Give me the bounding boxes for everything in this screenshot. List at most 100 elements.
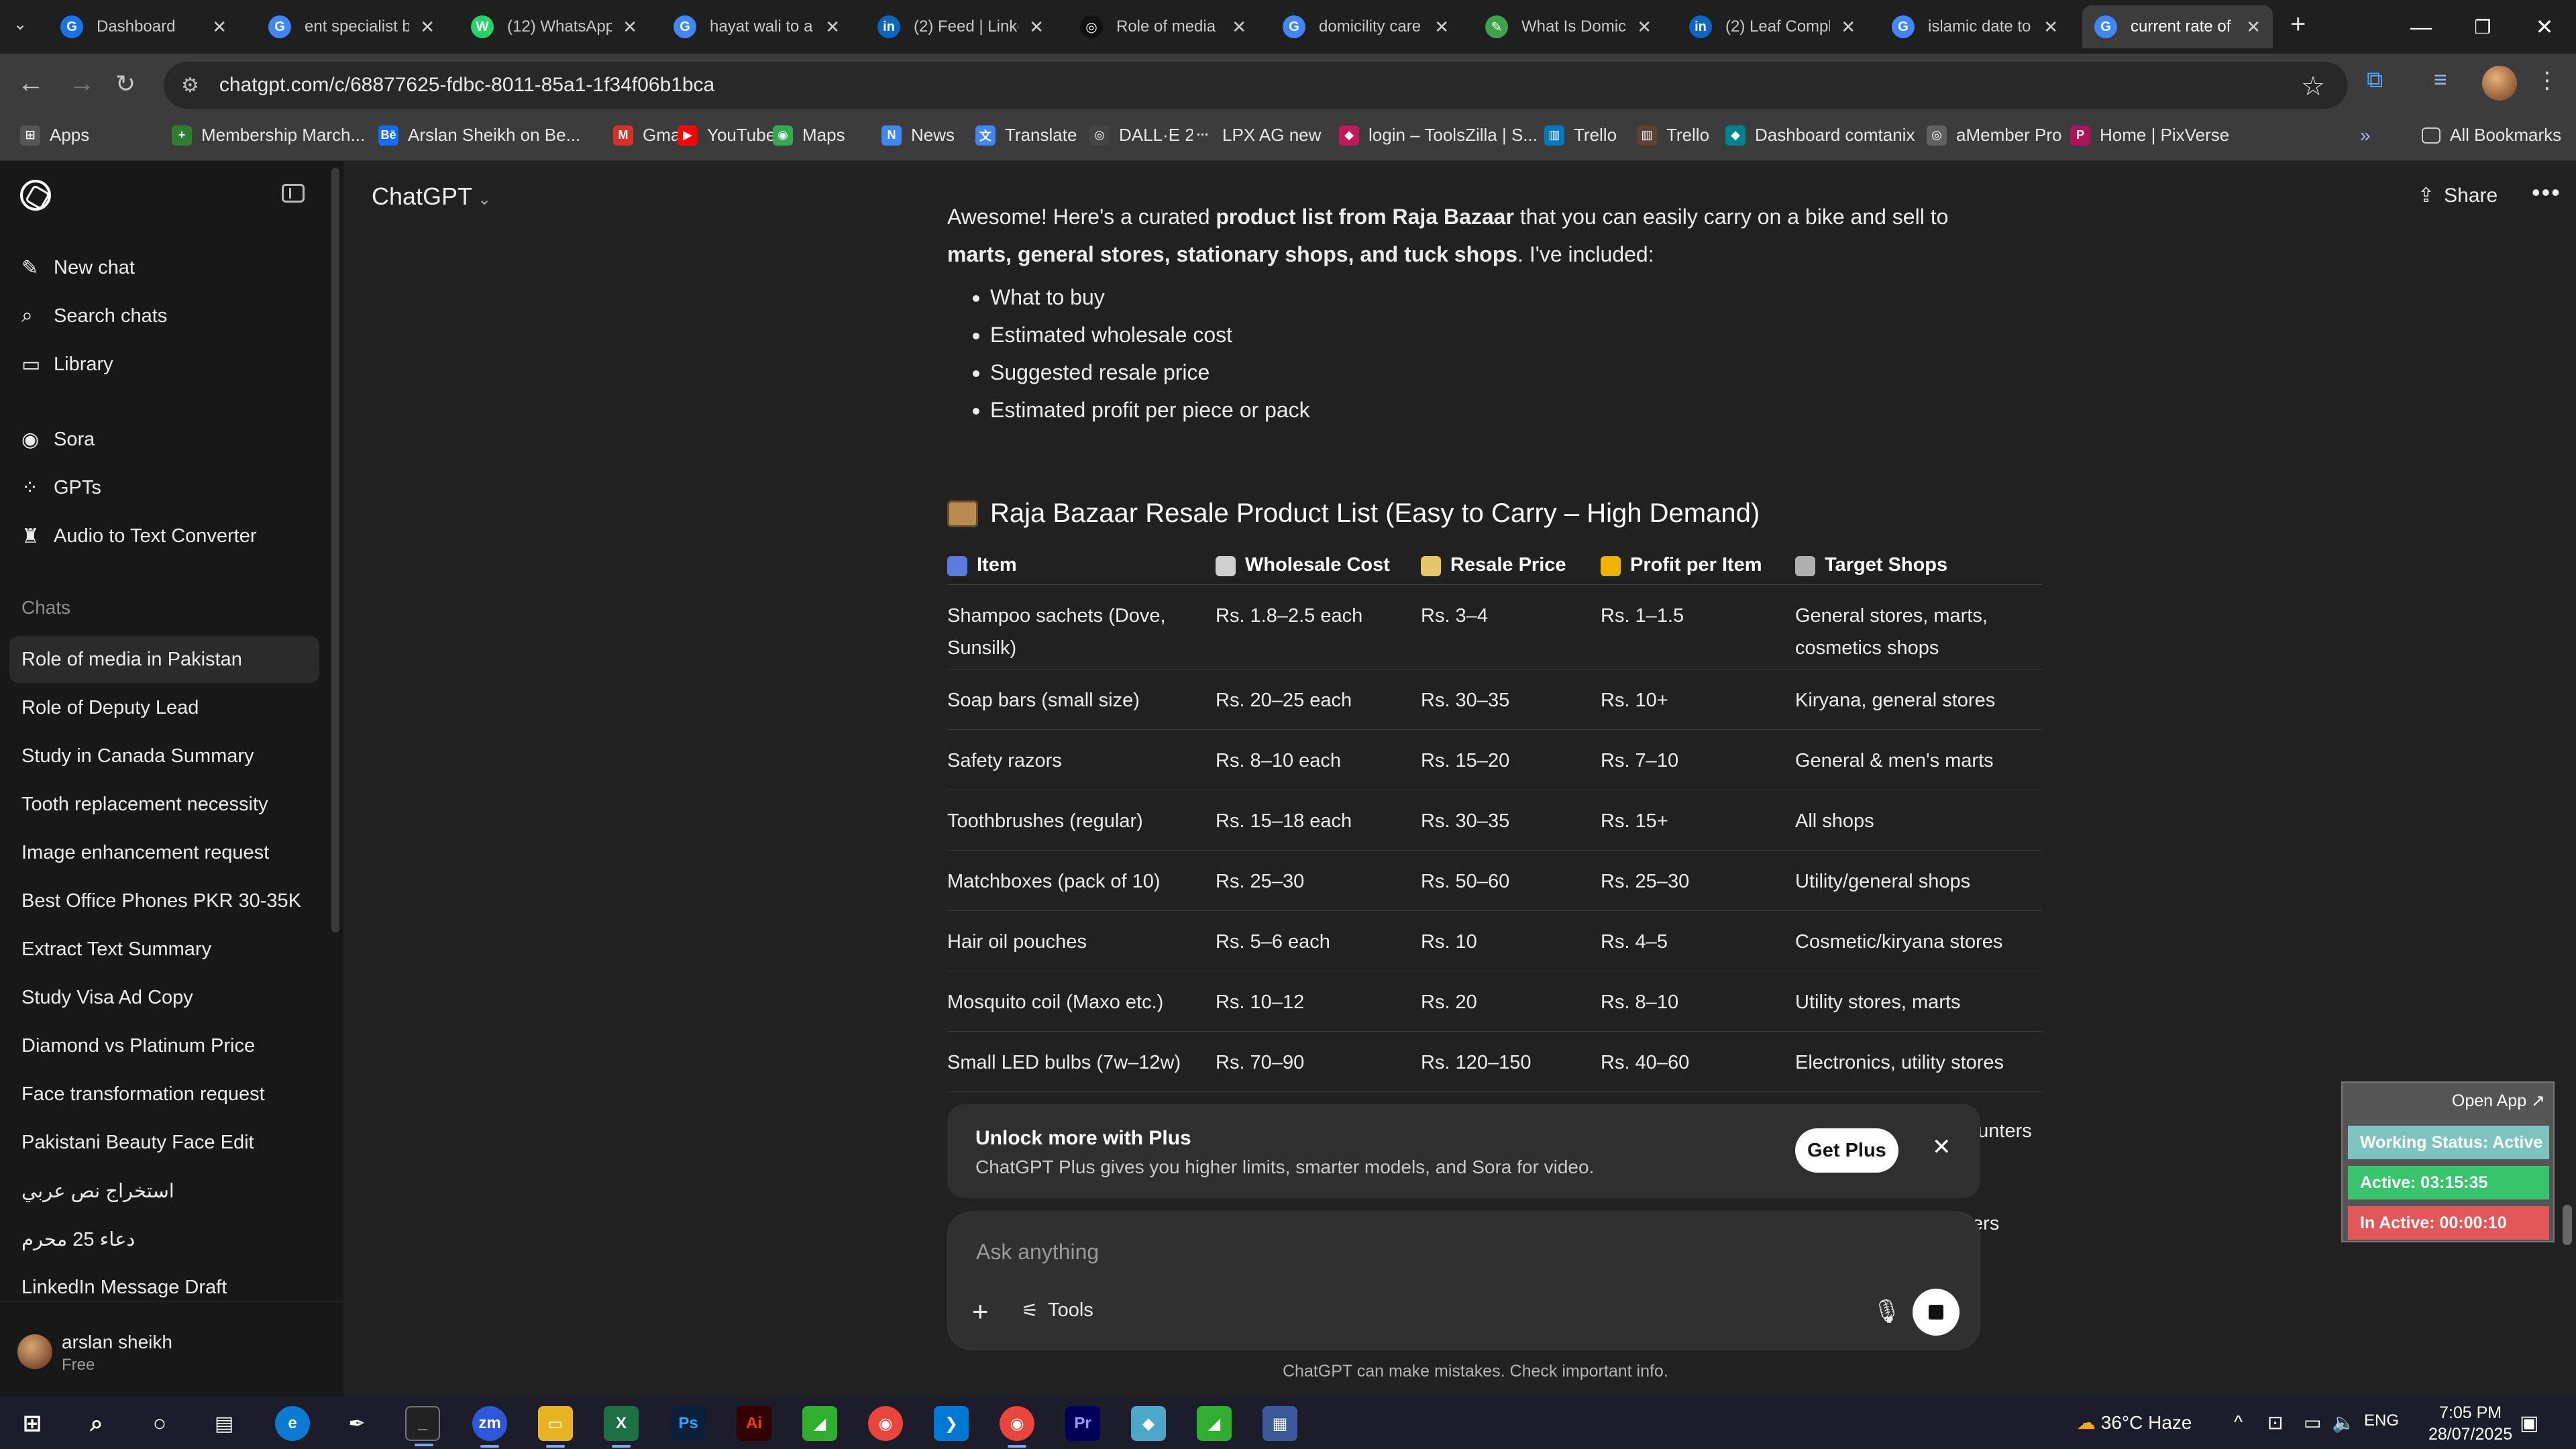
pen-tool-icon[interactable]: ✒ bbox=[339, 1406, 374, 1441]
browser-tab[interactable]: in (2) Leaf Compl ✕ bbox=[1677, 5, 1868, 48]
bookmark-item[interactable]: Bē Arslan Sheikh on Be... bbox=[378, 125, 580, 146]
task-view-icon[interactable]: ▤ bbox=[207, 1406, 241, 1441]
notifications-icon[interactable]: ▣ bbox=[2520, 1411, 2538, 1435]
main-scrollbar[interactable] bbox=[2563, 1205, 2572, 1245]
open-app-link[interactable]: Open App ↗ bbox=[2452, 1091, 2545, 1111]
browser-tab[interactable]: ✎ What Is Domic ✕ bbox=[1473, 5, 1664, 48]
cortana-icon[interactable]: ○ bbox=[142, 1406, 177, 1441]
tab-search-chevron-icon[interactable]: ⌄ bbox=[13, 15, 27, 34]
add-attachment-icon[interactable]: + bbox=[972, 1295, 989, 1328]
network-icon[interactable]: ⊡ bbox=[2267, 1411, 2283, 1434]
restore-button[interactable]: ❐ bbox=[2453, 7, 2513, 47]
clock[interactable]: 7:05 PM 28/07/2025 bbox=[2428, 1402, 2512, 1445]
chat-history-item[interactable]: استخراج نص عربي bbox=[9, 1167, 319, 1214]
tab-close-icon[interactable]: ✕ bbox=[1841, 17, 1856, 38]
sidebar-toggle-icon[interactable] bbox=[282, 184, 305, 203]
vscode-icon[interactable]: ❯ bbox=[934, 1406, 969, 1441]
terminal-icon[interactable]: _ bbox=[405, 1406, 440, 1446]
browser-tab[interactable]: Gent specialist b ✕ bbox=[256, 5, 447, 48]
close-icon[interactable]: ✕ bbox=[1932, 1134, 1951, 1161]
photoshop-icon[interactable]: Ps bbox=[671, 1406, 706, 1441]
profile-avatar[interactable] bbox=[2482, 66, 2517, 101]
microphone-icon[interactable]: 🎙 bbox=[1872, 1298, 1901, 1325]
chat-history-item[interactable]: Role of Deputy Lead bbox=[9, 684, 319, 731]
bookmark-item[interactable]: ◆ Dashboard comtanix bbox=[1725, 125, 1915, 146]
tab-close-icon[interactable]: ✕ bbox=[2246, 17, 2261, 38]
tab-close-icon[interactable]: ✕ bbox=[1434, 17, 1449, 38]
bookmark-item[interactable]: ◆ login – ToolsZilla | S... bbox=[1339, 125, 1538, 146]
back-arrow-icon[interactable]: ← bbox=[17, 68, 44, 99]
tools-button[interactable]: ⚟ Tools bbox=[1022, 1299, 1093, 1322]
volume-icon[interactable]: 🔈 bbox=[2332, 1411, 2355, 1434]
browser-tab[interactable]: G Dashboard ✕ bbox=[48, 5, 239, 48]
browser-tab[interactable]: Gdomicility care ✕ bbox=[1271, 5, 1461, 48]
address-bar[interactable]: ⚙ chatgpt.com/c/68877625-fdbc-8011-85a1-… bbox=[164, 62, 2348, 109]
camtasia-icon[interactable]: ◢ bbox=[802, 1406, 837, 1441]
browser-menu-icon[interactable]: ⋮ bbox=[2536, 67, 2559, 94]
chat-history-item[interactable]: Face transformation request bbox=[9, 1071, 319, 1118]
openai-logo-icon[interactable] bbox=[20, 180, 51, 211]
get-plus-button[interactable]: Get Plus bbox=[1795, 1128, 1898, 1173]
tab-close-icon[interactable]: ✕ bbox=[212, 17, 227, 38]
tray-chevron-icon[interactable]: ^ bbox=[2234, 1411, 2243, 1433]
model-selector[interactable]: ChatGPT ⌄ bbox=[372, 182, 491, 211]
premiere-icon[interactable]: Pr bbox=[1065, 1406, 1100, 1441]
bookmark-item[interactable]: + Membership March... bbox=[172, 125, 365, 146]
chat-history-item[interactable]: Tooth replacement necessity bbox=[9, 781, 319, 828]
zoom-icon[interactable]: zm bbox=[472, 1406, 507, 1448]
wifi-icon[interactable]: ▭ bbox=[2304, 1411, 2321, 1434]
app-diamond-icon[interactable]: ◆ bbox=[1131, 1406, 1166, 1441]
bookmark-item[interactable]: ▥ Trello bbox=[1544, 125, 1617, 146]
tab-close-icon[interactable]: ✕ bbox=[2043, 17, 2058, 38]
reload-icon[interactable]: ↻ bbox=[115, 70, 136, 98]
share-button[interactable]: ⇪ Share bbox=[2418, 184, 2498, 207]
chat-history-item[interactable]: Best Office Phones PKR 30-35K bbox=[9, 877, 319, 924]
bookmark-item[interactable]: ··· LPX AG new bbox=[1193, 125, 1321, 146]
chat-history-item[interactable]: Study in Canada Summary bbox=[9, 733, 319, 780]
search-icon[interactable]: ⌕ bbox=[79, 1406, 114, 1441]
browser-tab[interactable]: W (12) WhatsApp ✕ bbox=[459, 5, 649, 48]
bookmark-item[interactable]: ⊞ Apps bbox=[20, 125, 89, 146]
tab-close-icon[interactable]: ✕ bbox=[825, 17, 840, 38]
chat-history-item[interactable]: Study Visa Ad Copy bbox=[9, 974, 319, 1021]
more-bookmarks-icon[interactable]: » bbox=[2360, 125, 2371, 146]
bookmark-item[interactable]: ▥ Trello bbox=[1637, 125, 1709, 146]
weather-widget[interactable]: ☁ 36°C Haze bbox=[2077, 1411, 2192, 1434]
sidebar-scrollbar[interactable] bbox=[331, 168, 339, 932]
sidebar-nav-search-chats[interactable]: ⌕ Search chats bbox=[9, 295, 325, 337]
minimize-button[interactable]: — bbox=[2391, 7, 2451, 47]
tab-close-icon[interactable]: ✕ bbox=[1029, 17, 1044, 38]
chrome-active-icon[interactable]: ◉ bbox=[1000, 1406, 1034, 1448]
language-indicator[interactable]: ENG bbox=[2364, 1411, 2399, 1430]
bookmark-item[interactable]: ◎ aMember Pro bbox=[1927, 125, 2062, 146]
sidebar-nav-new-chat[interactable]: ✎ New chat bbox=[9, 247, 325, 288]
tab-list-icon[interactable]: ≡ bbox=[2434, 67, 2447, 93]
illustrator-icon[interactable]: Ai bbox=[737, 1406, 771, 1441]
chat-history-item[interactable]: Diamond vs Platinum Price bbox=[9, 1022, 319, 1069]
camtasia-recorder-icon[interactable]: ◢ bbox=[1197, 1406, 1232, 1441]
chat-history-item[interactable]: Image enhancement request bbox=[9, 829, 319, 876]
prompt-input[interactable] bbox=[976, 1234, 1915, 1270]
site-info-icon[interactable]: ⚙ bbox=[181, 74, 199, 97]
tab-close-icon[interactable]: ✕ bbox=[1637, 17, 1652, 38]
browser-tab[interactable]: Ghayat wali to a ✕ bbox=[661, 5, 852, 48]
voice-mode-button[interactable] bbox=[1913, 1289, 1960, 1336]
sidebar-nav-library[interactable]: ▭ Library bbox=[9, 343, 325, 385]
bookmark-item[interactable]: 文 Translate bbox=[975, 125, 1077, 146]
chat-history-item[interactable]: Pakistani Beauty Face Edit bbox=[9, 1119, 319, 1166]
bookmark-item[interactable]: ▶ YouTube bbox=[678, 125, 775, 146]
user-account[interactable]: arslan sheikh Free bbox=[0, 1301, 343, 1397]
browser-tab[interactable]: Gcurrent rate of ✕ bbox=[2082, 5, 2273, 48]
excel-icon[interactable]: X bbox=[604, 1406, 639, 1448]
tab-close-icon[interactable]: ✕ bbox=[1232, 17, 1246, 38]
bookmark-item[interactable]: N News bbox=[881, 125, 955, 146]
tab-close-icon[interactable]: ✕ bbox=[420, 17, 435, 38]
bookmark-star-icon[interactable]: ☆ bbox=[2301, 71, 2325, 102]
browser-tab[interactable]: ◎ Role of media ✕ bbox=[1068, 5, 1258, 48]
sidebar-nav-sora[interactable]: ◉ Sora bbox=[9, 419, 325, 460]
all-bookmarks-button[interactable]: All Bookmarks bbox=[2422, 125, 2561, 146]
chat-history-item[interactable]: Role of media in Pakistan bbox=[9, 636, 319, 683]
sidebar-nav-audio-to-text-converter[interactable]: ♜ Audio to Text Converter bbox=[9, 515, 325, 557]
tab-close-icon[interactable]: ✕ bbox=[623, 17, 637, 38]
chat-history-item[interactable]: دعاء 25 محرم bbox=[9, 1216, 319, 1263]
